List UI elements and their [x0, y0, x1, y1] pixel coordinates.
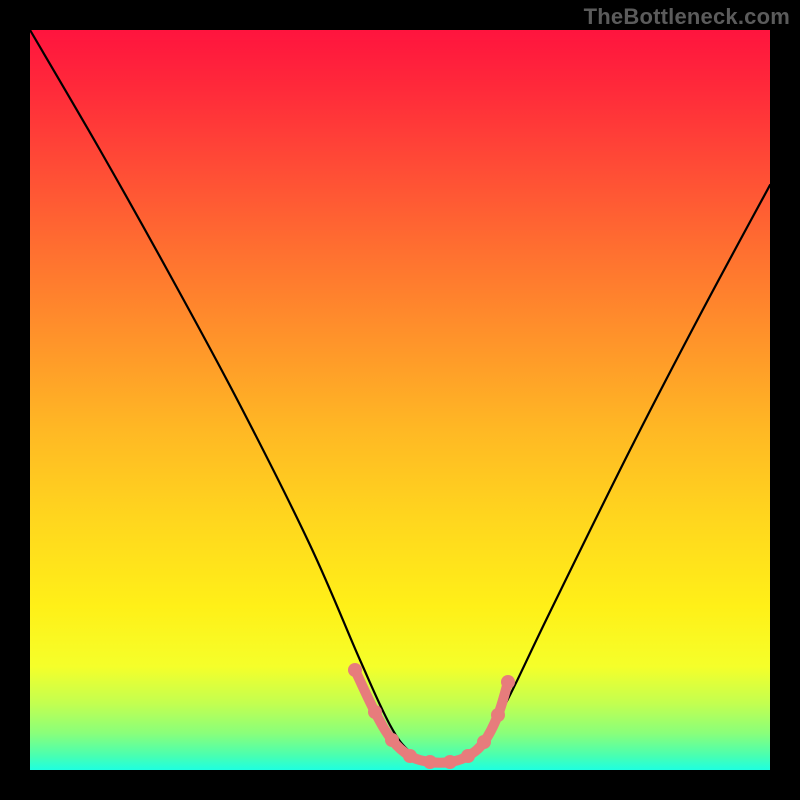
chart-frame: TheBottleneck.com	[0, 0, 800, 800]
marker-dot	[403, 749, 417, 763]
marker-dot	[368, 705, 382, 719]
watermark-label: TheBottleneck.com	[584, 4, 790, 30]
marker-dot	[385, 733, 399, 747]
flat-region-markers	[348, 663, 515, 769]
marker-dot	[477, 735, 491, 749]
marker-dot	[348, 663, 362, 677]
bottleneck-curve	[30, 30, 770, 763]
marker-dot	[501, 675, 515, 689]
marker-dot	[491, 708, 505, 722]
curve-layer	[30, 30, 770, 770]
marker-dot	[423, 755, 437, 769]
marker-dot	[461, 749, 475, 763]
marker-dot	[443, 755, 457, 769]
plot-area	[30, 30, 770, 770]
